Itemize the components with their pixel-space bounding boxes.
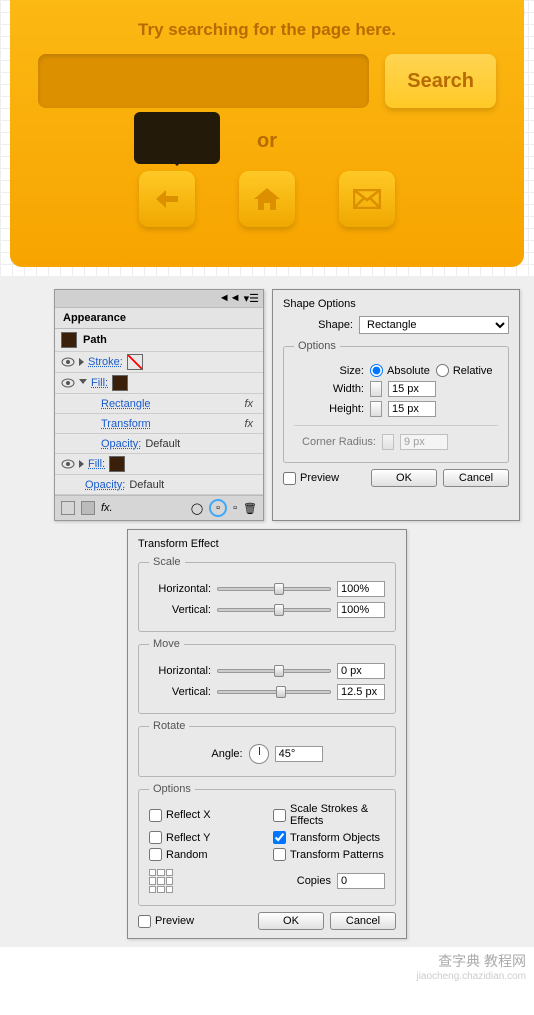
scale-h-slider[interactable] bbox=[217, 587, 331, 591]
search-input[interactable] bbox=[38, 54, 369, 108]
no-selection-icon[interactable] bbox=[61, 501, 75, 515]
stroke-label[interactable]: Stroke: bbox=[88, 356, 123, 368]
move-v-input[interactable] bbox=[337, 684, 385, 700]
height-stepper[interactable] bbox=[370, 401, 382, 417]
ok-button[interactable]: OK bbox=[371, 469, 437, 487]
mail-icon bbox=[353, 189, 381, 209]
preview-checkbox[interactable] bbox=[138, 915, 151, 928]
new-fill-icon[interactable]: ▫ bbox=[233, 502, 237, 514]
home-button[interactable] bbox=[239, 171, 295, 227]
preview-checkbox[interactable] bbox=[283, 472, 296, 485]
scale-v-label: Vertical: bbox=[149, 604, 211, 616]
appearance-title: Appearance bbox=[55, 308, 263, 329]
fx-badge: fx bbox=[244, 418, 259, 430]
visibility-icon[interactable] bbox=[61, 459, 75, 469]
watermark-bottom: 查字典 教程网 jiaocheng.chazidian.com bbox=[0, 947, 534, 986]
new-stroke-icon[interactable]: ◯ bbox=[191, 502, 203, 515]
rotate-legend: Rotate bbox=[149, 720, 189, 732]
move-h-input[interactable] bbox=[337, 663, 385, 679]
absolute-radio[interactable] bbox=[370, 364, 383, 377]
search-hint: Try searching for the page here. bbox=[38, 20, 496, 40]
fx-badge: fx bbox=[244, 398, 259, 410]
fill-swatch[interactable] bbox=[112, 375, 128, 391]
fill-swatch-2[interactable] bbox=[109, 456, 125, 472]
angle-input[interactable] bbox=[275, 746, 323, 762]
expand-icon[interactable] bbox=[79, 358, 84, 366]
path-label: Path bbox=[83, 334, 107, 346]
delete-icon[interactable]: 🗑 bbox=[243, 502, 257, 515]
opacity-label-2[interactable]: Opacity: bbox=[85, 479, 125, 491]
move-h-label: Horizontal: bbox=[149, 665, 211, 677]
angle-dial[interactable] bbox=[249, 744, 269, 764]
opacity-value: Default bbox=[145, 438, 180, 450]
copies-input[interactable] bbox=[337, 873, 385, 889]
height-label: Height: bbox=[294, 403, 364, 415]
duplicate-icon[interactable]: ▫ bbox=[209, 499, 227, 517]
scale-h-input[interactable] bbox=[337, 581, 385, 597]
anchor-grid[interactable] bbox=[149, 869, 173, 893]
fx-menu[interactable]: fx. bbox=[101, 502, 113, 514]
random-checkbox[interactable] bbox=[149, 848, 162, 861]
move-v-slider[interactable] bbox=[217, 690, 331, 694]
relative-radio[interactable] bbox=[436, 364, 449, 377]
cancel-button[interactable]: Cancel bbox=[443, 469, 509, 487]
scale-h-label: Horizontal: bbox=[149, 583, 211, 595]
collapse-icon[interactable]: ◄◄ bbox=[219, 292, 241, 305]
collapse-icon[interactable] bbox=[79, 379, 87, 388]
scale-strokes-checkbox[interactable] bbox=[273, 809, 286, 822]
shape-label: Shape: bbox=[283, 319, 353, 331]
search-card: Try searching for the page here. Search … bbox=[10, 0, 524, 267]
clear-icon[interactable] bbox=[81, 501, 95, 515]
transform-patterns-checkbox[interactable] bbox=[273, 848, 286, 861]
fill-label[interactable]: Fill: bbox=[91, 377, 108, 389]
ok-button[interactable]: OK bbox=[258, 912, 324, 930]
dialog-title: Shape Options bbox=[283, 298, 509, 310]
move-v-label: Vertical: bbox=[149, 686, 211, 698]
scale-legend: Scale bbox=[149, 556, 185, 568]
transform-effect-dialog: Transform Effect Scale Horizontal: Verti… bbox=[127, 529, 407, 939]
dialog-title: Transform Effect bbox=[138, 538, 396, 550]
visibility-icon[interactable] bbox=[61, 357, 75, 367]
mail-button[interactable] bbox=[339, 171, 395, 227]
corner-stepper bbox=[382, 434, 394, 450]
appearance-panel: ◄◄ ▾☰ Appearance Path Stroke: Fill: bbox=[54, 289, 264, 521]
opacity-value-2: Default bbox=[129, 479, 164, 491]
transform-effect[interactable]: Transform bbox=[101, 418, 151, 430]
angle-label: Angle: bbox=[211, 748, 242, 760]
arrow-left-icon bbox=[154, 188, 180, 210]
or-label: or bbox=[38, 130, 496, 153]
rectangle-effect[interactable]: Rectangle bbox=[101, 398, 151, 410]
fill-label-2[interactable]: Fill: bbox=[88, 458, 105, 470]
options-legend: Options bbox=[149, 783, 195, 795]
width-label: Width: bbox=[294, 383, 364, 395]
reflect-x-checkbox[interactable] bbox=[149, 809, 162, 822]
corner-input bbox=[400, 434, 448, 450]
back-button[interactable] bbox=[139, 171, 195, 227]
panel-menu-icon[interactable]: ▾☰ bbox=[244, 292, 259, 305]
shape-select[interactable]: Rectangle bbox=[359, 316, 509, 334]
expand-icon[interactable] bbox=[79, 460, 84, 468]
options-legend: Options bbox=[294, 340, 340, 352]
search-button[interactable]: Search bbox=[385, 54, 496, 108]
height-input[interactable] bbox=[388, 401, 436, 417]
cancel-button[interactable]: Cancel bbox=[330, 912, 396, 930]
copies-label: Copies bbox=[179, 875, 331, 887]
scale-v-slider[interactable] bbox=[217, 608, 331, 612]
reflect-y-checkbox[interactable] bbox=[149, 831, 162, 844]
scale-v-input[interactable] bbox=[337, 602, 385, 618]
width-input[interactable] bbox=[388, 381, 436, 397]
transform-objects-checkbox[interactable] bbox=[273, 831, 286, 844]
tooltip-bubble bbox=[134, 112, 220, 164]
home-icon bbox=[253, 187, 281, 211]
move-legend: Move bbox=[149, 638, 184, 650]
shape-options-dialog: Shape Options Shape: Rectangle Options S… bbox=[272, 289, 520, 521]
path-swatch[interactable] bbox=[61, 332, 77, 348]
width-stepper[interactable] bbox=[370, 381, 382, 397]
size-label: Size: bbox=[294, 365, 364, 377]
visibility-icon[interactable] bbox=[61, 378, 75, 388]
corner-label: Corner Radius: bbox=[294, 436, 376, 448]
move-h-slider[interactable] bbox=[217, 669, 331, 673]
opacity-label[interactable]: Opacity: bbox=[101, 438, 141, 450]
stroke-swatch[interactable] bbox=[127, 354, 143, 370]
